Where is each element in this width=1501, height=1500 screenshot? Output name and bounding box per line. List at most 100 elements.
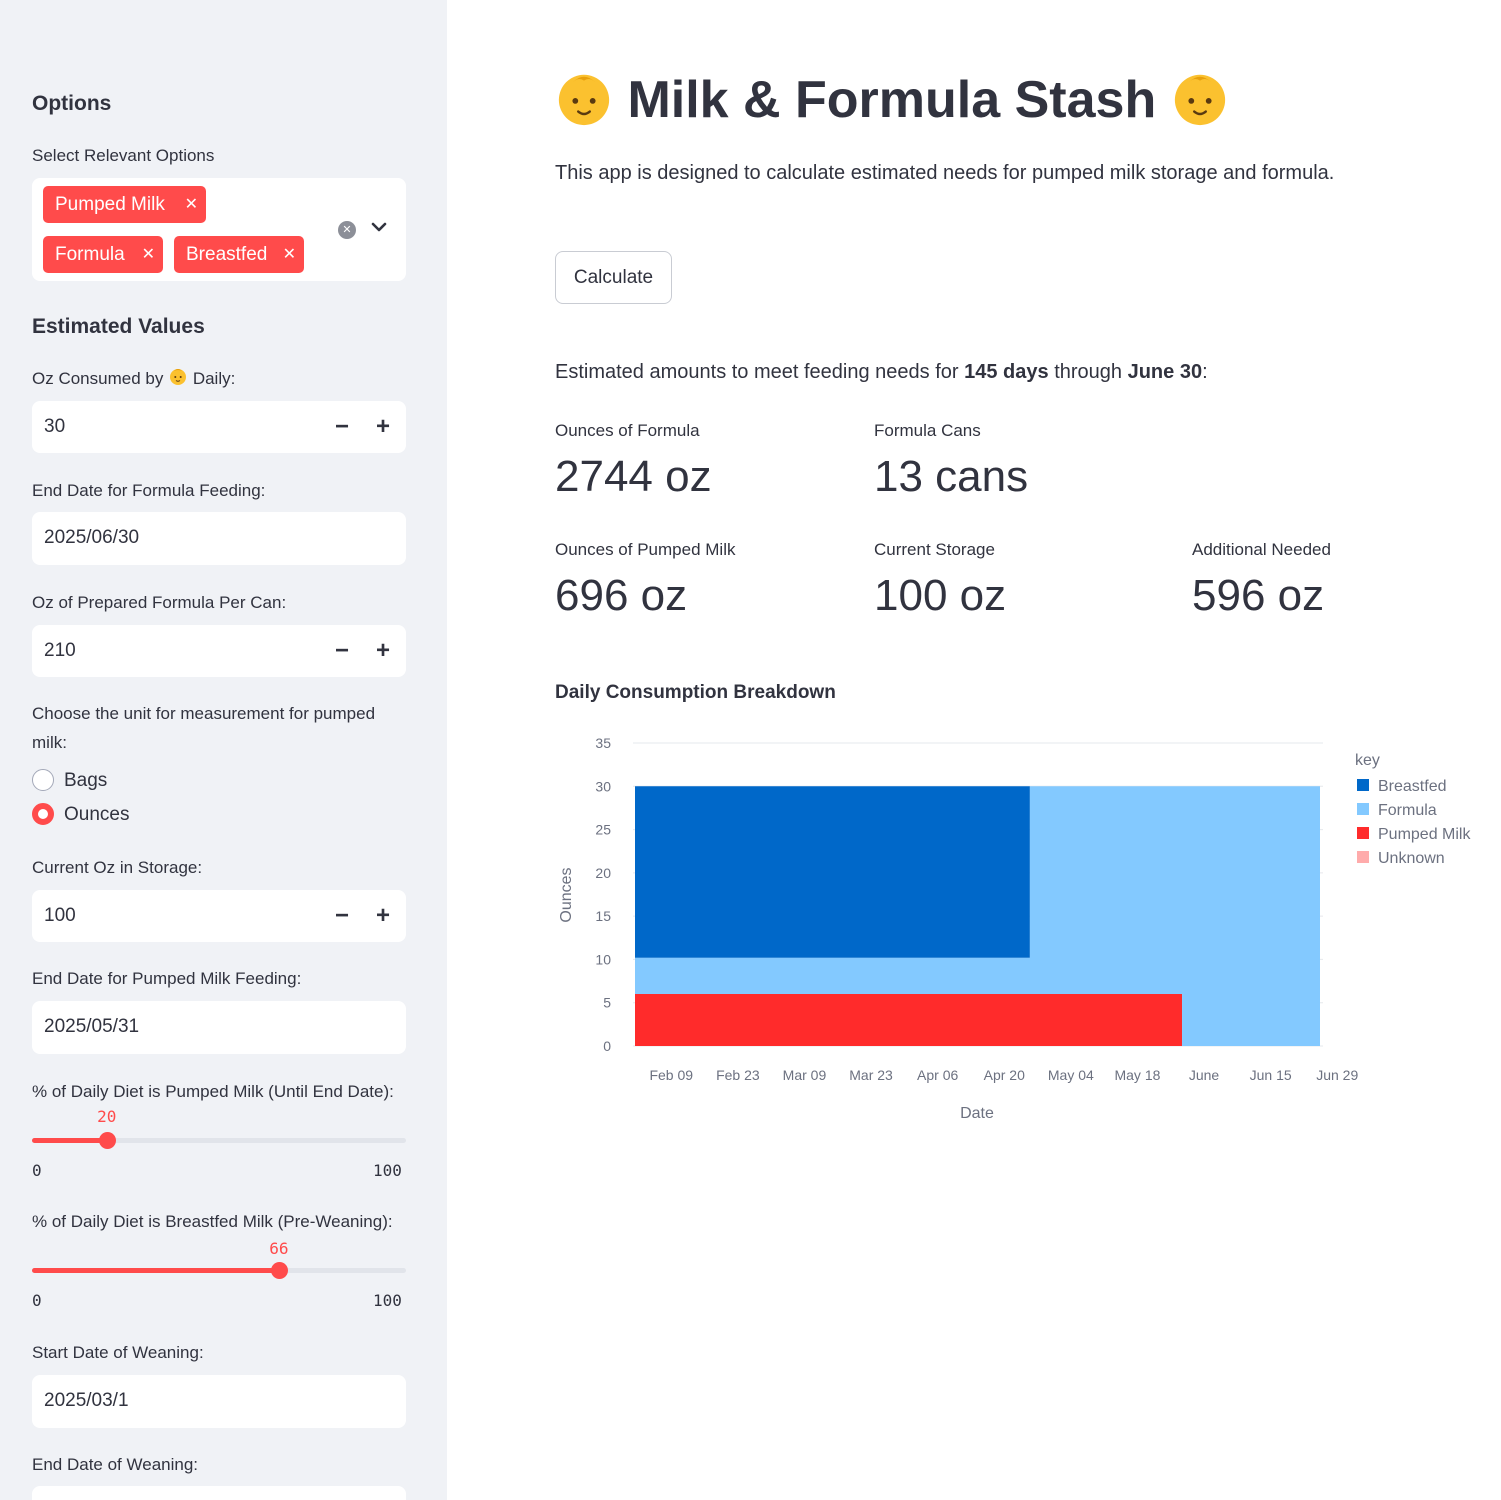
pumped-end-value[interactable]: 2025/05/31 xyxy=(44,1001,139,1053)
x-tick-label: Feb 23 xyxy=(716,1067,760,1083)
page-title: Milk & Formula Stash xyxy=(555,70,1229,130)
tag-breastfed[interactable]: Breastfed ✕ xyxy=(174,236,304,273)
x-tick-label: Apr 06 xyxy=(917,1067,958,1083)
radio-button[interactable] xyxy=(32,769,54,791)
legend-entry: Unknown xyxy=(1378,850,1445,867)
y-tick-label: 30 xyxy=(595,778,611,794)
pumped-end-label: End Date for Pumped Milk Feeding: xyxy=(32,969,302,988)
metric-value-formula-cans: 13 cans xyxy=(874,452,1029,501)
legend-entry: Formula xyxy=(1378,802,1437,819)
chart-title: Daily Consumption Breakdown xyxy=(555,682,836,703)
oz-consumed-input[interactable]: 30 − + xyxy=(32,401,406,453)
metric-label-pumped-oz: Ounces of Pumped Milk xyxy=(555,540,736,559)
current-storage-label: Current Oz in Storage: xyxy=(32,858,203,877)
increment-button[interactable]: + xyxy=(363,401,403,453)
legend-title: key xyxy=(1355,752,1380,769)
remove-tag-icon[interactable]: ✕ xyxy=(142,236,155,273)
oz-per-can-value[interactable]: 210 xyxy=(44,625,76,677)
options-multiselect[interactable]: Pumped Milk ✕ Formula ✕ Breastfed ✕ ✕ xyxy=(32,178,406,281)
legend-swatch xyxy=(1357,851,1369,863)
slider-value: 66 xyxy=(269,1239,289,1258)
oz-per-can-label: Oz of Prepared Formula Per Can: xyxy=(32,593,287,612)
tag-formula[interactable]: Formula ✕ xyxy=(43,236,163,273)
remove-tag-icon[interactable]: ✕ xyxy=(185,186,198,223)
options-heading: Options xyxy=(32,92,112,115)
clear-all-icon[interactable]: ✕ xyxy=(338,221,356,239)
breastfed-pct-label: % of Daily Diet is Breastfed Milk (Pre-W… xyxy=(32,1212,393,1231)
sidebar: Options Select Relevant Options Pumped M… xyxy=(0,0,447,1500)
metric-value-pumped-oz: 696 oz xyxy=(555,571,688,620)
radio-label: Ounces xyxy=(64,804,130,825)
oz-consumed-value[interactable]: 30 xyxy=(44,401,65,453)
oz-per-can-input[interactable]: 210 − + xyxy=(32,625,406,677)
consumption-chart[interactable]: 0 5 10 15 20 25 30 35 Feb 09 Feb 23 Mar 09 Mar 23 Ap… xyxy=(540,725,1490,1135)
pumped-pct-label: % of Daily Diet is Pumped Milk (Until En… xyxy=(32,1082,394,1101)
pumped-end-date-input[interactable]: 2025/05/31 xyxy=(32,1001,406,1054)
oz-consumed-label: Oz Consumed by Daily: xyxy=(32,364,235,393)
weaning-end-date-input[interactable] xyxy=(32,1486,406,1500)
decrement-button[interactable]: − xyxy=(322,890,362,942)
decrement-button[interactable]: − xyxy=(322,625,362,677)
y-tick-label: 15 xyxy=(595,908,611,924)
baby-icon xyxy=(1174,75,1225,126)
tag-label: Pumped Milk xyxy=(55,194,165,215)
x-axis-title: Date xyxy=(960,1105,994,1122)
weaning-start-value[interactable]: 2025/03/1 xyxy=(44,1375,129,1427)
slider-thumb[interactable] xyxy=(98,1132,116,1149)
increment-button[interactable]: + xyxy=(363,890,403,942)
unit-label: Choose the unit for measurement for pump… xyxy=(32,704,376,752)
oz-consumed-label-pre: Oz Consumed by xyxy=(32,369,164,388)
current-storage-input[interactable]: 100 − + xyxy=(32,890,406,942)
title-text: Milk & Formula Stash xyxy=(627,71,1157,129)
weaning-end-label: End Date of Weaning: xyxy=(32,1455,199,1474)
y-tick-label: 20 xyxy=(595,865,611,881)
formula-end-value[interactable]: 2025/06/30 xyxy=(44,512,139,564)
legend-swatch xyxy=(1357,827,1369,839)
slider-fill xyxy=(32,1138,107,1143)
chevron-down-icon[interactable] xyxy=(368,216,390,238)
metric-value-current-storage: 100 oz xyxy=(874,571,1007,620)
y-tick-label: 5 xyxy=(603,995,611,1011)
breastfed-pct-slider[interactable] xyxy=(32,1262,406,1279)
pumped-pct-slider[interactable] xyxy=(32,1132,406,1149)
tag-pumped-milk[interactable]: Pumped Milk ✕ xyxy=(43,186,206,223)
estimate-days: 145 days xyxy=(964,361,1049,383)
formula-end-label: End Date for Formula Feeding: xyxy=(32,481,266,500)
metric-value-additional-needed: 596 oz xyxy=(1192,571,1325,620)
legend-swatch xyxy=(1357,779,1369,791)
remove-tag-icon[interactable]: ✕ xyxy=(283,236,296,273)
slider-min-label: 0 xyxy=(32,1291,42,1310)
current-storage-value[interactable]: 100 xyxy=(44,890,76,942)
x-tick-label: May 04 xyxy=(1048,1067,1094,1083)
metric-label-formula-oz: Ounces of Formula xyxy=(555,421,700,440)
tag-label: Formula xyxy=(55,244,125,265)
tag-label: Breastfed xyxy=(186,244,268,265)
slider-max-label: 100 xyxy=(373,1161,402,1180)
y-tick-label: 35 xyxy=(595,735,611,751)
slider-thumb[interactable] xyxy=(270,1262,288,1279)
slider-max-label: 100 xyxy=(373,1291,402,1310)
estimate-date: June 30 xyxy=(1127,361,1203,383)
y-tick-label: 10 xyxy=(595,951,611,967)
select-options-label: Select Relevant Options xyxy=(32,146,215,165)
metric-label-current-storage: Current Storage xyxy=(874,540,995,559)
x-tick-label: Jun 15 xyxy=(1250,1067,1292,1083)
y-tick-label: 0 xyxy=(603,1038,611,1054)
slider-min-label: 0 xyxy=(32,1161,42,1180)
increment-button[interactable]: + xyxy=(363,625,403,677)
baby-icon xyxy=(170,369,187,385)
weaning-start-date-input[interactable]: 2025/03/1 xyxy=(32,1375,406,1428)
calculate-button[interactable]: Calculate xyxy=(555,251,672,304)
x-tick-label: Jun 29 xyxy=(1316,1067,1358,1083)
x-tick-label: Mar 23 xyxy=(849,1067,893,1083)
slider-value: 20 xyxy=(97,1107,117,1126)
decrement-button[interactable]: − xyxy=(322,401,362,453)
metric-value-formula-oz: 2744 oz xyxy=(555,452,712,501)
radio-button-selected[interactable] xyxy=(32,803,54,825)
estimate-mid: through xyxy=(1048,361,1128,383)
intro-text: This app is designed to calculate estima… xyxy=(555,162,1335,184)
formula-end-date-input[interactable]: 2025/06/30 xyxy=(32,512,406,565)
y-axis-title: Ounces xyxy=(558,867,575,922)
estimated-values-heading: Estimated Values xyxy=(32,315,205,338)
estimate-pre: Estimated amounts to meet feeding needs … xyxy=(555,361,965,383)
